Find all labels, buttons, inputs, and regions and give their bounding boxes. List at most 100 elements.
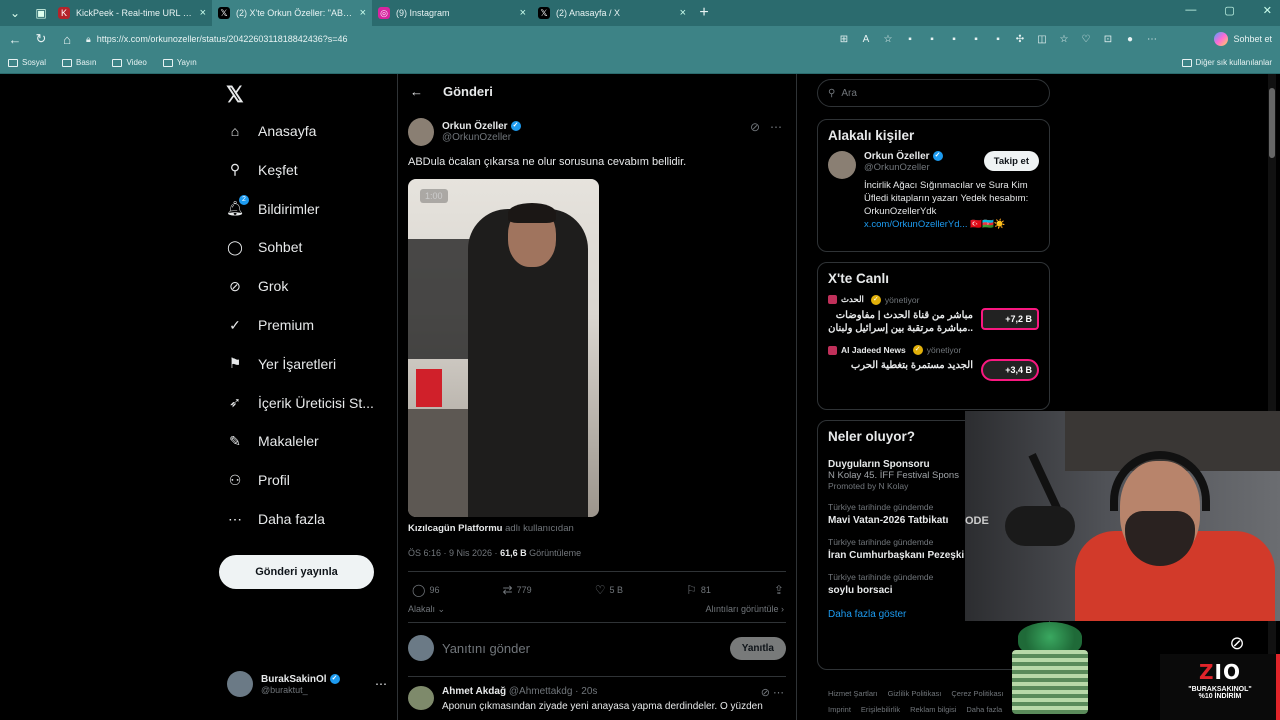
bookmark-label: Sosyal [22,58,47,67]
new-tab-button[interactable]: + [692,4,716,22]
extension-icon[interactable]: ▪ [926,33,938,45]
close-tab-icon[interactable]: × [360,7,366,19]
close-window-icon[interactable]: ✕ [1263,4,1272,17]
source-name[interactable]: Kızılcagün Platformu [408,523,502,534]
avatar[interactable] [828,151,856,179]
browser-tab[interactable]: 𝕏 (2) X'te Orkun Özeller: "ABDula × [212,0,372,26]
live-item[interactable]: الحدث ✓ yönetiyor مباشر من قناة الحدث | مفا… [818,294,1049,335]
nav-item-premium[interactable]: ✓ Premium [226,316,314,334]
nav-item-grok[interactable]: ⊘ Grok [226,277,288,295]
grok-icon[interactable]: ⊘ [750,120,760,134]
extension-icon[interactable]: ▪ [948,33,960,45]
related-person[interactable]: Orkun Özeller ✓ @OrkunOzeller Takip et [818,151,1049,179]
nav-item-profile[interactable]: ⚇ Profil [226,471,290,489]
bookmark-folder[interactable]: Basın [62,58,96,67]
footer-link[interactable]: Daha fazla [966,705,1002,714]
footer-link[interactable]: Çerez Politikası [951,689,1003,698]
author-name[interactable]: Orkun Özeller [442,121,508,132]
screenshot-icon[interactable]: ⊡ [1102,33,1114,45]
bookmark-folder[interactable]: Sosyal [8,58,46,67]
browser-tab[interactable]: K KickPeek - Real-time URL Crawler × [52,0,212,26]
reply-submit-button[interactable]: Yanıtla [729,636,786,660]
page-scrollbar[interactable] [1268,74,1276,720]
reply-author-handle: @Ahmettakdg · 20s [508,686,598,697]
more-icon[interactable]: ⋯ [1146,33,1158,45]
extension-icon[interactable]: ▪ [904,33,916,45]
translate-icon[interactable]: A [860,33,872,45]
repost-button[interactable]: ⇄ 779 [503,583,532,597]
favorite-icon[interactable]: ☆ [882,33,894,45]
workspaces-icon[interactable]: ▣ [30,2,52,24]
post-video[interactable]: 1:00 [408,179,599,517]
nav-label: Anasayfa [258,123,317,139]
more-icon[interactable]: ⋯ [773,687,784,699]
refresh-icon[interactable]: ↻ [34,31,48,47]
footer-link[interactable]: Erişilebilirlik [861,705,900,714]
account-switcher[interactable]: BurakSakinOl ✓ @buraktut_ ⋯ [227,671,387,697]
search-input[interactable]: ⚲ Ara [817,79,1050,107]
reader-icon[interactable]: ⊞ [838,33,850,45]
collections-icon[interactable]: ♡ [1080,33,1092,45]
bookmark-folder[interactable]: Video [112,58,147,67]
more-icon[interactable]: ⋯ [770,120,782,134]
post-author[interactable]: Orkun Özeller ✓ @OrkunOzeller [408,118,521,146]
split-screen-icon[interactable]: ◫ [1036,33,1048,45]
footer-link[interactable]: Reklam bilgisi [910,705,956,714]
bookmark-button[interactable]: ⚐ 81 [686,583,711,597]
url-field[interactable]: 🔒︎ https://x.com/orkunozeller/status/204… [86,29,826,49]
post-time[interactable]: ÖS 6:16 · 9 Nis 2026 · [408,548,498,558]
footer-link[interactable]: Gizlilik Politikası [888,689,942,698]
live-viewer-badge[interactable]: +3,4 B [981,359,1039,381]
footer-link[interactable]: Imprint [828,705,851,714]
copilot-chat-button[interactable]: Sohbet et [1214,32,1272,46]
profile-avatar-icon[interactable]: ● [1124,33,1136,45]
close-tab-icon[interactable]: × [680,7,686,19]
favorites-icon[interactable]: ☆ [1058,33,1070,45]
minimize-icon[interactable]: — [1185,4,1196,17]
nav-item-article[interactable]: ✎ Makaleler [226,432,319,450]
bio-link[interactable]: x.com/OrkunOzellerYd... [864,219,967,230]
reply-item[interactable]: Ahmet Akdağ @Ahmettakdg · 20s Aponun çık… [408,686,786,712]
share-button[interactable]: ⇪ [774,583,784,597]
live-viewer-badge[interactable]: +7,2 B [981,308,1039,330]
extension-icon[interactable]: ▪ [992,33,1004,45]
close-tab-icon[interactable]: × [520,7,526,19]
back-icon[interactable]: ← [8,32,22,47]
nav-item-search[interactable]: ⚲ Keşfet [226,161,298,179]
grok-icon[interactable]: ⊘ [761,687,770,699]
sort-replies-dropdown[interactable]: Alakalı ⌄ [408,604,445,615]
like-button[interactable]: ♡ 5 B [595,583,623,597]
author-handle[interactable]: @OrkunOzeller [442,132,521,143]
scrollbar-thumb[interactable] [1269,88,1275,158]
back-arrow-icon[interactable]: ← [410,84,423,99]
nav-item-chat[interactable]: ◯ Sohbet [226,238,302,256]
avatar[interactable] [408,118,434,146]
puzzle-icon[interactable]: ✣ [1014,33,1026,45]
nav-item-bell[interactable]: 🔔︎ 2 Bildirimler [226,194,319,218]
tab-menu-button[interactable]: ⌄ [4,2,26,24]
extension-icon[interactable]: ▪ [970,33,982,45]
reply-button[interactable]: ◯ 96 [412,583,439,597]
post-button[interactable]: Gönderi yayınla [219,555,374,589]
bookmark-other[interactable]: Diğer sık kullanılanlar [1181,58,1272,67]
reply-author-name[interactable]: Ahmet Akdağ [442,686,506,697]
nav-item-bookmark[interactable]: ⚑ Yer İşaretleri [226,355,336,373]
close-tab-icon[interactable]: × [200,7,206,19]
maximize-icon[interactable]: ▢ [1224,4,1234,17]
person-name[interactable]: Orkun Özeller [864,151,930,162]
nav-item-more-circle[interactable]: ⋯ Daha fazla [226,510,325,528]
browser-tab[interactable]: ◎ (9) Instagram × [372,0,532,26]
reply-input[interactable]: Yanıtını gönder [442,641,530,656]
x-logo-icon[interactable]: 𝕏 [226,82,244,108]
browser-tab[interactable]: 𝕏 (2) Anasayfa / X × [532,0,692,26]
nav-item-home[interactable]: ⌂ Anasayfa [226,122,317,140]
home-browser-icon[interactable]: ⌂ [60,32,74,47]
footer-link[interactable]: Hizmet Şartları [828,689,878,698]
view-quotes-link[interactable]: Alıntıları görüntüle › [705,604,784,614]
bookmark-folder[interactable]: Yayın [162,58,197,67]
nav-item-rocket[interactable]: ➶ İçerik Üreticisi St... [226,394,374,412]
live-item[interactable]: Al Jadeed News ✓ yönetiyor الجديد مستمرة بت… [818,345,1049,381]
avatar[interactable] [408,686,434,710]
more-icon[interactable]: ⋯ [375,677,387,691]
follow-button[interactable]: Takip et [983,151,1039,171]
